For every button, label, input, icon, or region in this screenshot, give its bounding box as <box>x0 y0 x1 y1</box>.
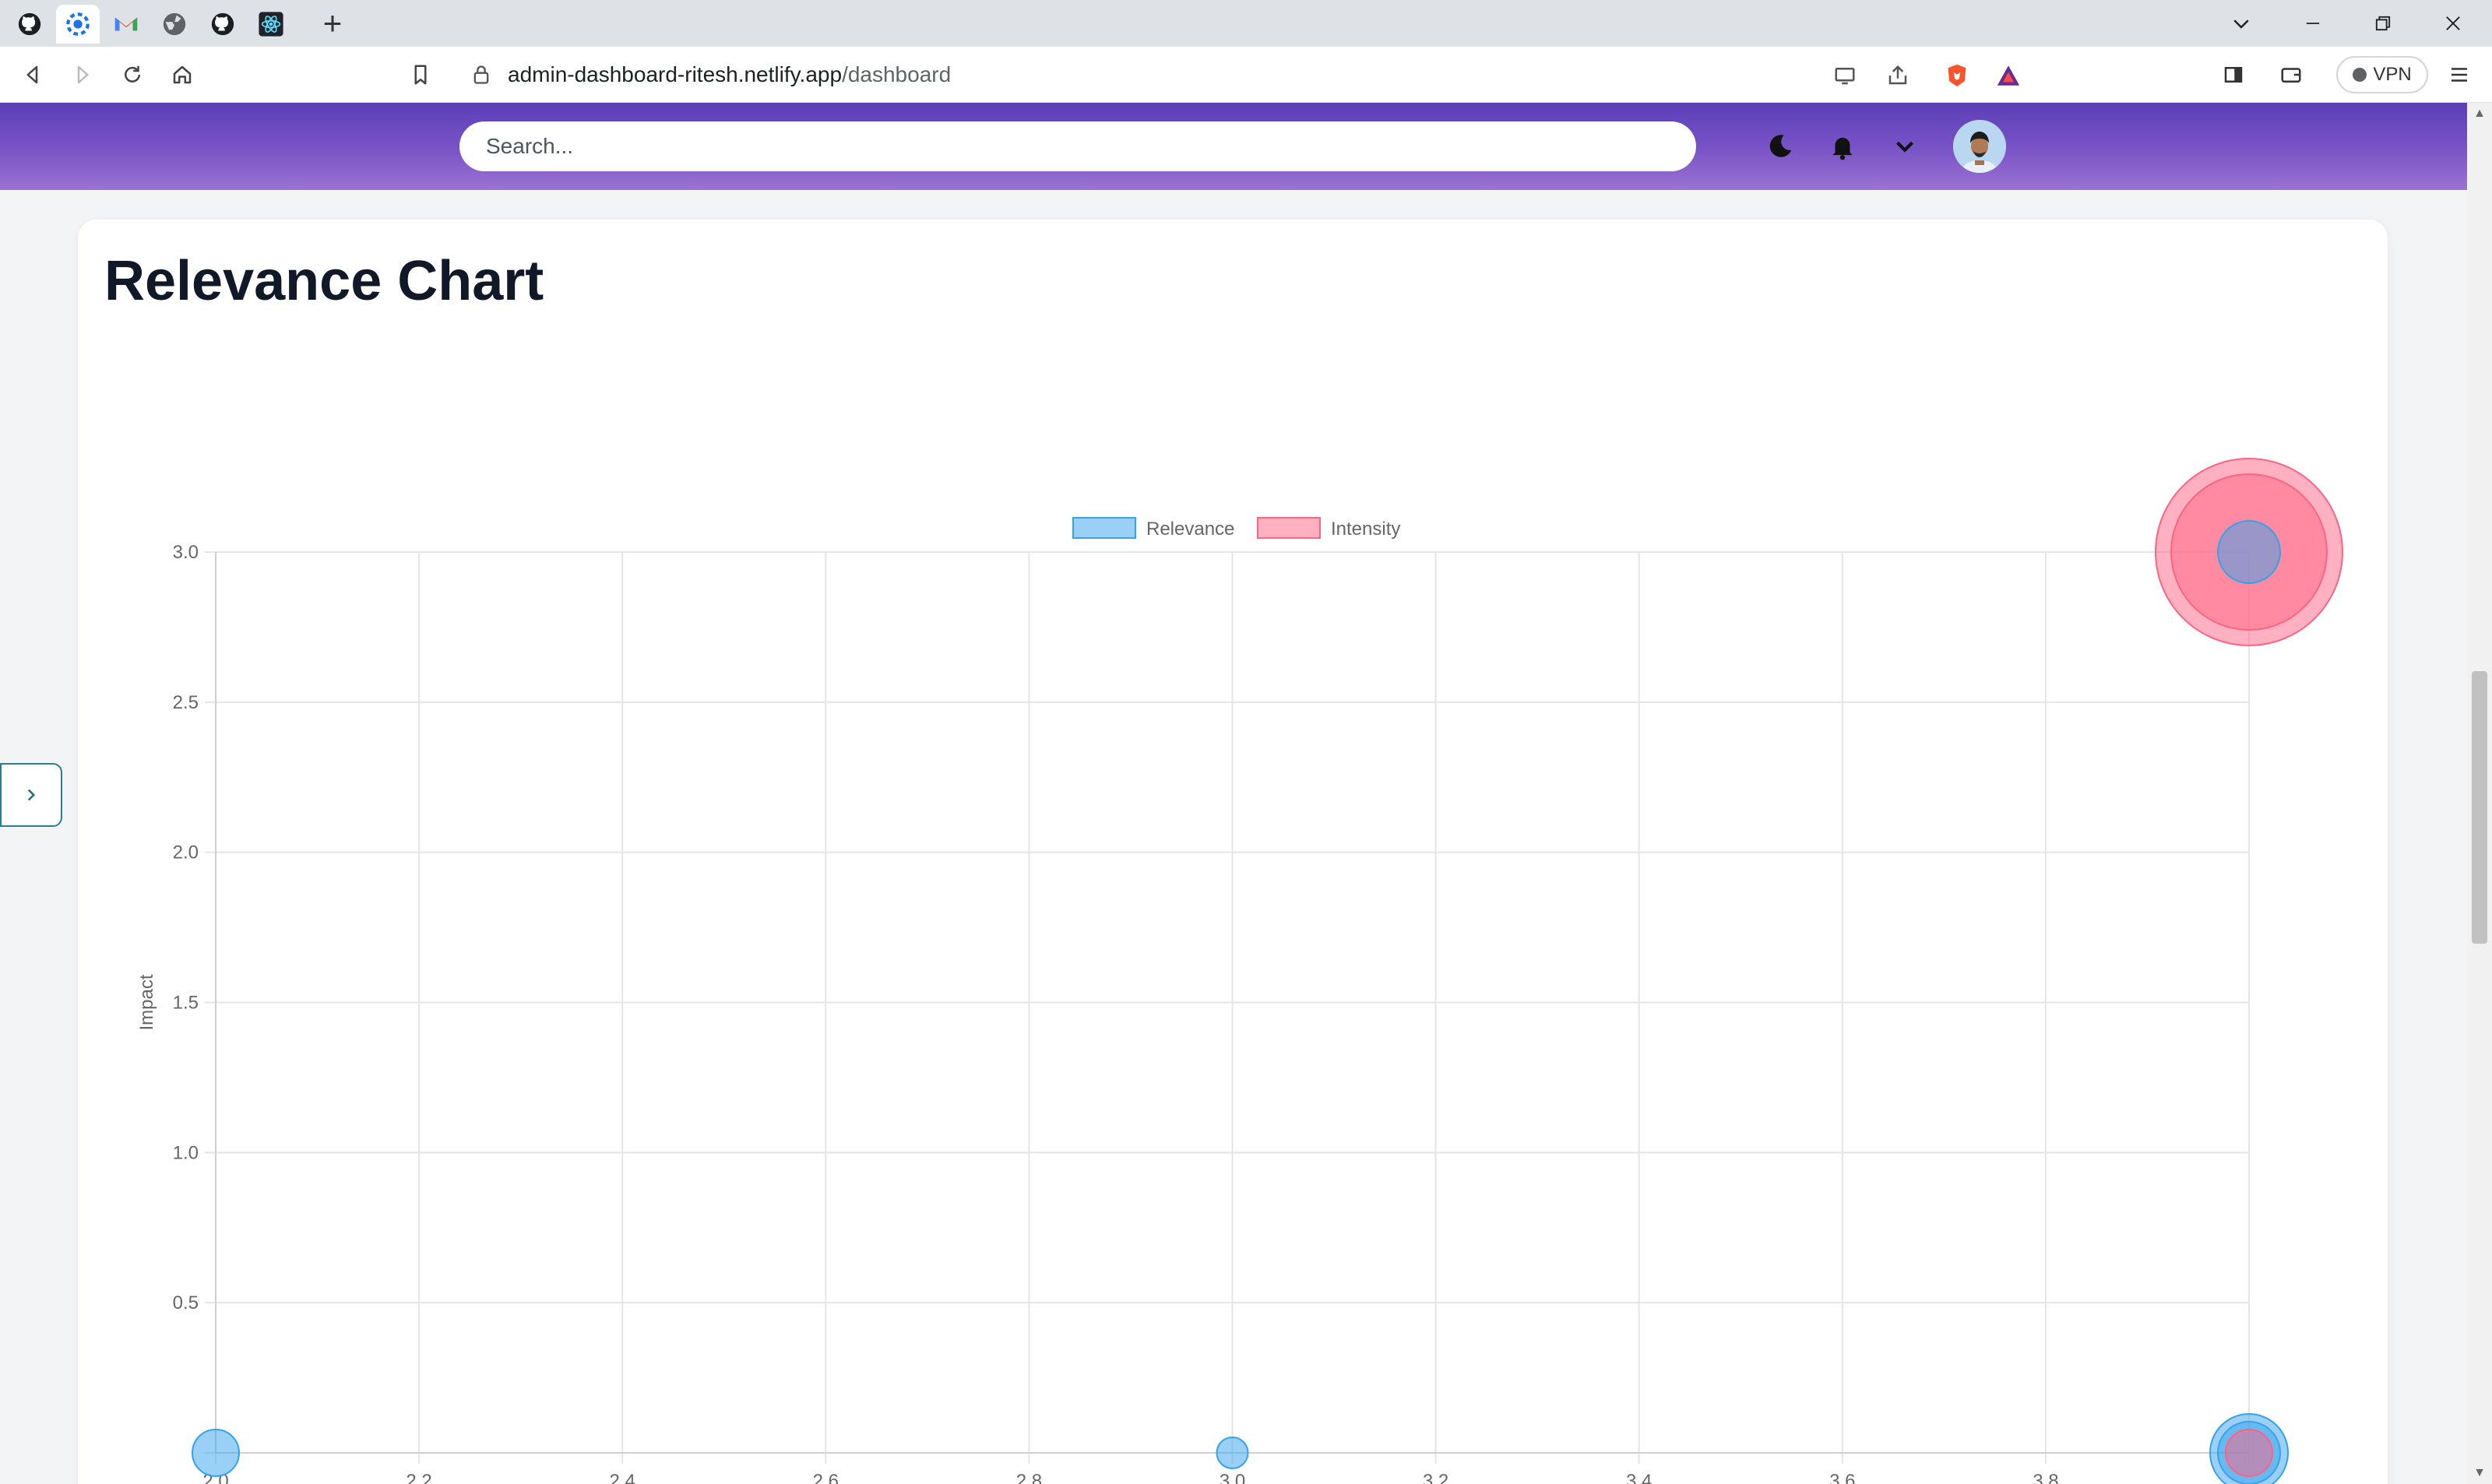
bubble-relevance <box>2217 520 2281 584</box>
legend-label: Intensity <box>1331 519 1400 540</box>
chevron-down-icon <box>2233 19 2249 29</box>
lock-icon <box>473 65 489 84</box>
user-avatar-image <box>1953 120 2006 173</box>
tab-react[interactable] <box>249 5 293 44</box>
tab-github[interactable] <box>8 5 51 44</box>
back-button[interactable] <box>16 58 50 92</box>
menu-button[interactable] <box>2442 58 2476 92</box>
y-tick-label: 1.0 <box>173 1142 199 1163</box>
url-text: admin-dashboard-ritesh.netlify.app/dashb… <box>508 55 951 95</box>
globe-icon <box>163 12 186 36</box>
y-tick-label: 2.5 <box>173 692 199 713</box>
y-tick-label: 1.5 <box>173 993 199 1014</box>
bookmark-button[interactable] <box>403 58 438 92</box>
share-icon[interactable] <box>1886 64 1909 87</box>
vpn-status-icon <box>2353 68 2367 82</box>
back-arrow-icon <box>26 65 38 84</box>
x-tick-label: 3.0 <box>1220 1471 1245 1484</box>
github-icon <box>211 12 234 36</box>
notifications-button[interactable] <box>1821 125 1864 168</box>
github-icon <box>18 12 41 36</box>
sidebar-toggle-button[interactable] <box>2216 58 2251 92</box>
url-path: /dashboard <box>842 62 952 86</box>
theme-toggle-button[interactable] <box>1758 125 1802 168</box>
sidebar-panel-icon <box>2224 67 2243 83</box>
browser-window: + admin-dashboard-ritesh.netlify.app/das… <box>0 0 2492 1484</box>
legend-label: Relevance <box>1146 519 1234 540</box>
react-icon <box>259 12 283 37</box>
restore-icon <box>2375 16 2391 31</box>
y-tick-label: 2.0 <box>173 842 199 863</box>
scroll-thumb[interactable] <box>2472 671 2487 944</box>
bubble-relevance <box>192 1429 240 1477</box>
scroll-down-icon[interactable]: ▼ <box>2473 1467 2486 1479</box>
x-tick-label: 3.6 <box>1829 1471 1855 1484</box>
hamburger-menu-icon <box>2452 68 2467 82</box>
tab-strip: + <box>0 0 2492 47</box>
profile-menu-toggle[interactable] <box>1883 125 1927 168</box>
new-tab-button[interactable]: + <box>315 6 350 42</box>
minimize-button[interactable] <box>2282 3 2344 44</box>
x-tick-label: 2.2 <box>406 1471 431 1484</box>
bubble-relevance <box>1216 1437 1249 1469</box>
vpn-label: VPN <box>2373 64 2412 85</box>
bubble-chart: 2.0 2.2 2.4 2.6 2.8 3.0 3.2 3.4 3.6 3.8 0.5 1.0 1.5 2… <box>136 458 2343 1484</box>
legend-swatch <box>1257 517 1321 539</box>
brave-shield-icon[interactable] <box>1944 62 1970 89</box>
page-scrollbar[interactable]: ▲ ▼ <box>2467 103 2492 1484</box>
tab-github-2[interactable] <box>201 5 245 44</box>
close-button[interactable] <box>2422 3 2484 44</box>
x-tick-label: 3.2 <box>1423 1471 1448 1484</box>
x-tick-label: 3.4 <box>1626 1471 1652 1484</box>
bubble-intensity <box>2225 1429 2273 1477</box>
x-tick-label: 2.6 <box>813 1471 839 1484</box>
chevron-down-icon <box>1896 141 1913 153</box>
dashboard-favicon <box>66 12 90 36</box>
chevron-right-icon <box>27 789 36 801</box>
url-host: admin-dashboard-ritesh.netlify.app <box>508 62 843 86</box>
moon-icon <box>1769 135 1792 157</box>
home-button[interactable] <box>165 58 199 92</box>
y-axis-title: Impact <box>136 974 157 1030</box>
tab-gmail[interactable] <box>104 5 148 44</box>
bookmark-icon <box>414 65 427 85</box>
x-tick-label: 2.8 <box>1016 1471 1042 1484</box>
search-input[interactable] <box>459 121 1696 171</box>
reload-button[interactable] <box>115 58 150 92</box>
scroll-up-icon[interactable]: ▲ <box>2473 107 2486 120</box>
tab-search-button[interactable] <box>2210 3 2272 44</box>
x-tick-label: 3.8 <box>2033 1471 2058 1484</box>
wallet-button[interactable] <box>2274 58 2308 92</box>
restore-button[interactable] <box>2352 3 2414 44</box>
sidebar-expand-button[interactable] <box>0 763 62 827</box>
page-viewport: Relevance Chart 2.02.22.42.62.83.03.23.4… <box>0 103 2467 1484</box>
home-icon <box>173 65 192 84</box>
minimize-icon <box>2306 23 2320 24</box>
gmail-icon <box>114 17 138 31</box>
wallet-icon <box>2281 68 2301 83</box>
forward-button[interactable] <box>65 58 100 92</box>
legend-swatch <box>1072 517 1136 539</box>
relevance-chart-card: Relevance Chart 2.0 2.2 2.4 2.6 2.8 3.0 3.2 3.4… <box>78 220 2388 1484</box>
x-tick-label: 2.4 <box>610 1471 635 1484</box>
y-tick-label: 0.5 <box>173 1292 199 1313</box>
y-tick-label: 3.0 <box>173 542 199 563</box>
browser-toolbar: admin-dashboard-ritesh.netlify.app/dashb… <box>0 47 2492 103</box>
address-bar[interactable]: admin-dashboard-ritesh.netlify.app/dashb… <box>455 55 2039 95</box>
tab-globe[interactable] <box>153 5 196 44</box>
app-topbar <box>0 103 2467 190</box>
bell-icon <box>1832 137 1853 160</box>
brave-rewards-icon[interactable] <box>1995 62 2022 89</box>
forward-arrow-icon <box>77 65 89 84</box>
vpn-button[interactable]: VPN <box>2336 56 2428 93</box>
avatar[interactable] <box>1953 120 2006 173</box>
close-icon <box>2446 16 2460 30</box>
cast-icon[interactable] <box>1833 64 1857 87</box>
tab-dashboard[interactable] <box>56 5 100 44</box>
reload-icon <box>125 65 140 83</box>
